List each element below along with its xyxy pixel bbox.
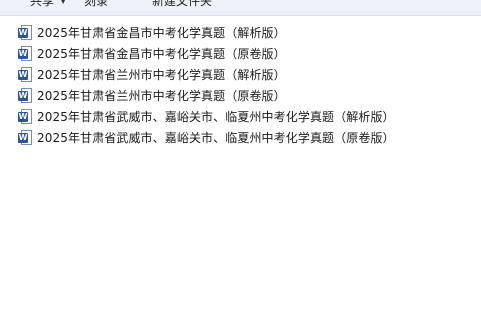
file-list: W 2025年甘肃省金昌市中考化学真题（解析版） W 2025年甘肃省金昌市中考… [0,22,481,148]
word-doc-icon: W [18,87,32,104]
new-folder-label: 新建文件夹 [152,0,213,8]
word-doc-icon: W [18,45,32,62]
share-label: 共享 [30,0,55,8]
word-doc-icon: W [18,129,32,146]
explorer-toolbar: 共享 ▼ 刻录 新建文件夹 [0,0,481,16]
file-item[interactable]: W 2025年甘肃省兰州市中考化学真题（解析版） [0,64,481,85]
file-name: 2025年甘肃省金昌市中考化学真题（解析版） [37,26,286,40]
word-doc-icon: W [18,24,32,41]
share-menu-button[interactable]: 共享 ▼ [30,0,66,9]
file-name: 2025年甘肃省兰州市中考化学真题（解析版） [37,68,286,82]
file-item[interactable]: W 2025年甘肃省金昌市中考化学真题（原卷版） [0,43,481,64]
file-name: 2025年甘肃省武威市、嘉峪关市、临夏州中考化学真题（解析版） [37,110,395,124]
burn-button[interactable]: 刻录 [84,0,108,9]
word-doc-icon: W [18,66,32,83]
chevron-down-icon: ▼ [60,0,67,5]
file-name: 2025年甘肃省武威市、嘉峪关市、临夏州中考化学真题（原卷版） [37,131,395,145]
file-name: 2025年甘肃省兰州市中考化学真题（原卷版） [37,89,286,103]
new-folder-button[interactable]: 新建文件夹 [152,0,212,9]
burn-label: 刻录 [84,0,109,8]
file-item[interactable]: W 2025年甘肃省武威市、嘉峪关市、临夏州中考化学真题（解析版） [0,106,481,127]
file-item[interactable]: W 2025年甘肃省兰州市中考化学真题（原卷版） [0,85,481,106]
file-name: 2025年甘肃省金昌市中考化学真题（原卷版） [37,47,286,61]
file-item[interactable]: W 2025年甘肃省金昌市中考化学真题（解析版） [0,22,481,43]
file-item[interactable]: W 2025年甘肃省武威市、嘉峪关市、临夏州中考化学真题（原卷版） [0,127,481,148]
word-doc-icon: W [18,108,32,125]
